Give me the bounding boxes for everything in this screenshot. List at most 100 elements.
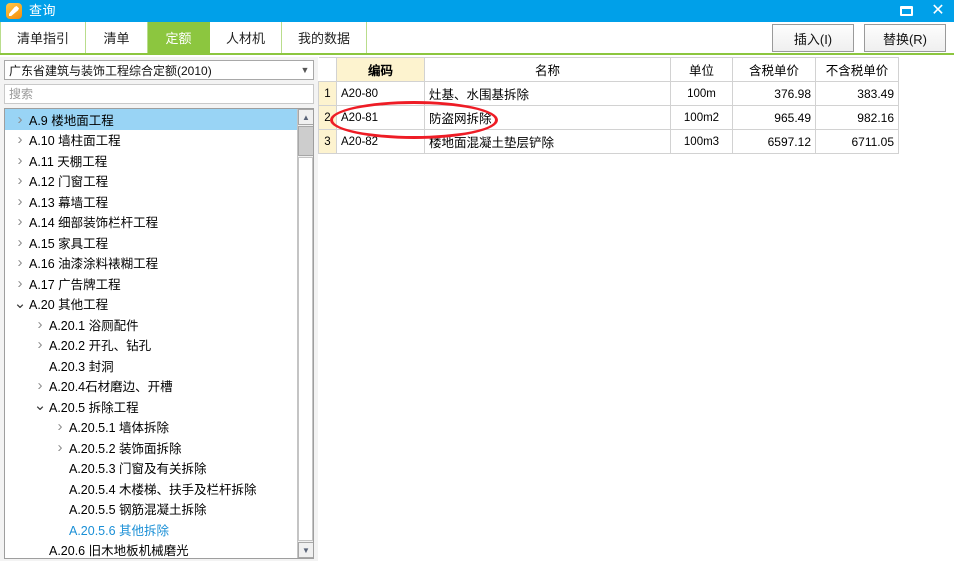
chevron-right-icon[interactable]: ›	[53, 419, 67, 434]
column-header-code[interactable]: 编码	[336, 57, 425, 82]
tree-item[interactable]: › A.20.2 开孔、钻孔	[5, 335, 298, 356]
tree-item-label: A.20 其他工程	[29, 298, 109, 313]
tree-item-label: A.20.5 拆除工程	[49, 400, 139, 415]
tree-item-label: A.17 广告牌工程	[29, 277, 121, 292]
restore-glyph	[899, 6, 913, 16]
tree-item[interactable]: A.20.3 封洞	[5, 355, 298, 376]
tree-item[interactable]: A.20.5.6 其他拆除	[5, 519, 298, 540]
tree-item[interactable]: › A.14 细部装饰栏杆工程	[5, 212, 298, 233]
tree-item[interactable]: › A.20.1 浴厕配件	[5, 314, 298, 335]
tab-qingdan[interactable]: 清单	[86, 22, 149, 53]
tree-item[interactable]: › A.10 墙柱面工程	[5, 130, 298, 151]
sidebar-panel: 广东省建筑与装饰工程综合定额(2010) ▼ ›A.9 楼地面工程›A.10 墙…	[0, 57, 318, 561]
chevron-right-icon[interactable]: ›	[13, 235, 27, 250]
cell-rownum: 2	[318, 105, 337, 130]
category-tree[interactable]: › A.9 楼地面工程 › A.10 墙柱面工程 › A.11 天棚工程 › A.12 门窗工…	[5, 109, 298, 558]
cell-unit[interactable]: 100m	[670, 81, 733, 106]
column-header-price-with-tax[interactable]: 含税单价	[732, 57, 816, 82]
column-header-unit[interactable]: 单位	[670, 57, 733, 82]
column-header-name[interactable]: 名称	[424, 57, 671, 82]
chevron-down-icon[interactable]: ▼	[297, 65, 313, 75]
chevron-right-icon[interactable]: ›	[13, 153, 27, 168]
tree-item[interactable]: › A.20.4石材磨边、开槽	[5, 376, 298, 397]
cell-price-with-tax[interactable]: 6597.12	[732, 129, 816, 154]
tab-qingdan-zhiyin[interactable]: 清单指引	[0, 22, 87, 53]
tree-item[interactable]: ⌄ A.20 其他工程	[5, 294, 298, 315]
tree-item[interactable]: › A.15 家具工程	[5, 232, 298, 253]
chevron-right-icon[interactable]: ›	[33, 317, 47, 332]
tree-item[interactable]: › A.11 天棚工程	[5, 150, 298, 171]
chevron-right-icon[interactable]: ›	[13, 255, 27, 270]
tree-item-label: A.20.2 开孔、钻孔	[49, 339, 152, 354]
tree-item[interactable]: A.20.5.4 木楼梯、扶手及栏杆拆除	[5, 478, 298, 499]
tree-item[interactable]: › A.12 门窗工程	[5, 171, 298, 192]
chevron-right-icon[interactable]: ›	[13, 112, 27, 127]
tree-item-label: A.16 油漆涂料裱糊工程	[29, 257, 159, 272]
chevron-right-icon[interactable]: ›	[33, 378, 47, 393]
cell-code[interactable]: A20-82	[336, 129, 425, 154]
tree-item-label: A.20.5.3 门窗及有关拆除	[69, 462, 207, 477]
tab-wodeshuju[interactable]: 我的数据	[282, 22, 368, 53]
cell-price-with-tax[interactable]: 965.49	[732, 105, 816, 130]
tree-scrollbar-thumb[interactable]	[298, 126, 313, 156]
scroll-up-arrow-icon[interactable]: ▲	[298, 109, 313, 125]
chevron-down-icon[interactable]: ⌄	[13, 296, 27, 311]
tree-item[interactable]: A.20.6 旧木地板机械磨光	[5, 540, 298, 558]
cell-unit[interactable]: 100m3	[670, 129, 733, 154]
chevron-right-icon[interactable]: ›	[13, 194, 27, 209]
tree-item[interactable]: A.20.5.3 门窗及有关拆除	[5, 458, 298, 479]
chevron-right-icon[interactable]: ›	[13, 276, 27, 291]
tree-item[interactable]: › A.9 楼地面工程	[5, 109, 298, 130]
search-box[interactable]	[4, 84, 314, 104]
cell-code[interactable]: A20-80	[336, 81, 425, 106]
results-table: 编码 名称 单位 含税单价 不含税单价 1 A20-80 灶基、水围基拆除 100m 3…	[318, 57, 899, 154]
chevron-right-icon[interactable]: ›	[13, 132, 27, 147]
column-header-price-without-tax[interactable]: 不含税单价	[815, 57, 899, 82]
chevron-down-icon[interactable]: ⌄	[33, 398, 47, 413]
cell-rownum: 3	[318, 129, 337, 154]
tree-item[interactable]: › A.16 油漆涂料裱糊工程	[5, 253, 298, 274]
tree-item[interactable]: › A.13 幕墙工程	[5, 191, 298, 212]
tree-item-label: A.9 楼地面工程	[29, 113, 114, 128]
cell-name[interactable]: 防盗网拆除	[424, 105, 671, 130]
table-row[interactable]: 2 A20-81 防盗网拆除 100m2 965.49 982.16	[318, 105, 899, 130]
tree-scrollbar-track[interactable]	[298, 157, 313, 541]
cell-unit[interactable]: 100m2	[670, 105, 733, 130]
column-header-rownum	[318, 57, 337, 82]
replace-button[interactable]: 替换(R)	[864, 24, 946, 52]
chevron-right-icon[interactable]: ›	[33, 337, 47, 352]
tree-scrollbar[interactable]: ▲ ▼	[297, 109, 313, 558]
table-row[interactable]: 1 A20-80 灶基、水围基拆除 100m 376.98 383.49	[318, 81, 899, 106]
scroll-down-arrow-icon[interactable]: ▼	[298, 542, 313, 558]
cell-price-without-tax[interactable]: 982.16	[815, 105, 899, 130]
table-row[interactable]: 3 A20-82 楼地面混凝土垫层铲除 100m3 6597.12 6711.05	[318, 129, 899, 154]
dictionary-select[interactable]: 广东省建筑与装饰工程综合定额(2010) ▼	[4, 60, 314, 80]
top-action-buttons: 插入(I) 替换(R)	[772, 24, 946, 52]
cell-price-without-tax[interactable]: 6711.05	[815, 129, 899, 154]
restore-window-icon[interactable]	[890, 0, 922, 22]
tree-item[interactable]: A.20.5.5 钢筋混凝土拆除	[5, 499, 298, 520]
cell-price-without-tax[interactable]: 383.49	[815, 81, 899, 106]
close-window-icon[interactable]: ✕	[922, 0, 954, 22]
tab-rencaiji[interactable]: 人材机	[210, 22, 283, 53]
chevron-right-icon[interactable]: ›	[13, 173, 27, 188]
cell-name[interactable]: 灶基、水围基拆除	[424, 81, 671, 106]
category-tree-frame: › A.9 楼地面工程 › A.10 墙柱面工程 › A.11 天棚工程 › A.12 门窗工…	[4, 108, 314, 559]
tree-item-label: A.20.3 封洞	[49, 359, 114, 374]
results-table-header: 编码 名称 单位 含税单价 不含税单价	[318, 57, 899, 82]
tree-item[interactable]: › A.20.5.1 墙体拆除	[5, 417, 298, 438]
tree-item[interactable]: ⌄ A.20.5 拆除工程	[5, 396, 298, 417]
cell-price-with-tax[interactable]: 376.98	[732, 81, 816, 106]
tree-item[interactable]: › A.20.5.2 装饰面拆除	[5, 437, 298, 458]
tree-item-label: A.20.5.6 其他拆除	[69, 523, 170, 538]
cell-name[interactable]: 楼地面混凝土垫层铲除	[424, 129, 671, 154]
cell-code[interactable]: A20-81	[336, 105, 425, 130]
tree-item-label: A.20.1 浴厕配件	[49, 318, 139, 333]
results-table-panel: 编码 名称 单位 含税单价 不含税单价 1 A20-80 灶基、水围基拆除 100m 3…	[318, 57, 954, 561]
chevron-right-icon[interactable]: ›	[53, 440, 67, 455]
tab-dinge[interactable]: 定额	[148, 22, 211, 53]
chevron-right-icon[interactable]: ›	[13, 214, 27, 229]
insert-button[interactable]: 插入(I)	[772, 24, 854, 52]
tree-item[interactable]: › A.17 广告牌工程	[5, 273, 298, 294]
search-input[interactable]	[5, 85, 313, 103]
